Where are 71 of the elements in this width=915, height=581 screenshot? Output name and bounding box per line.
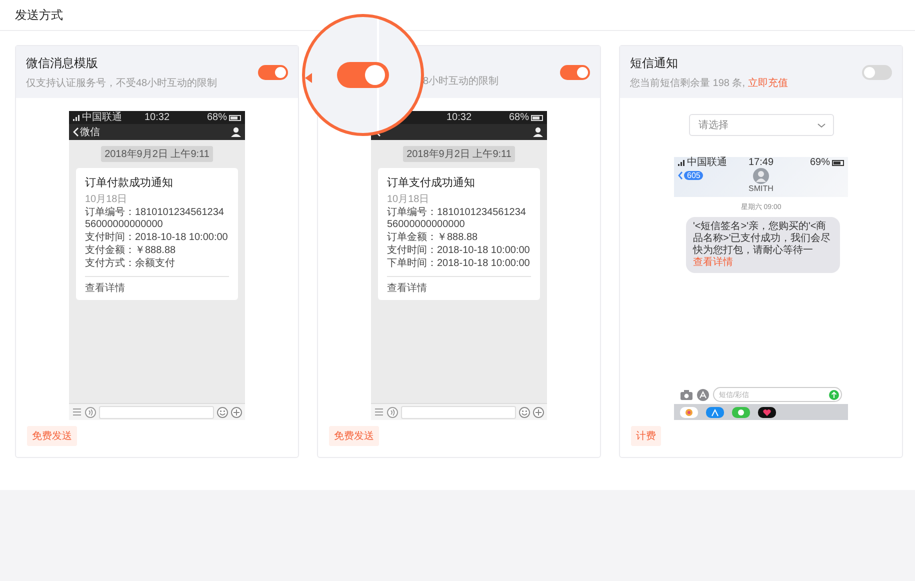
person-icon [533, 127, 543, 137]
message-line: 下单时间：2018-10-18 10:00:00 [387, 258, 531, 270]
send-arrow-icon [829, 390, 839, 400]
message-bubble: '<短信签名>'亲，您购买的'<商品名称>'已支付成功，我们会尽快为您打包，请耐心等待一 查看详情 [686, 217, 840, 273]
emoji-icon [519, 406, 530, 418]
card-subtitle: 您当前短信剩余量 198 条, 立即充值 [630, 76, 788, 90]
message-line: 订单金额：￥888.88 [387, 232, 479, 244]
card-title: 短信通知 [630, 54, 679, 72]
voice-icon [85, 406, 96, 418]
carrier-name: 中国联通 [82, 112, 122, 122]
toggle-switch[interactable] [560, 64, 590, 80]
voice-icon [387, 406, 398, 418]
template-select[interactable]: 请选择 [688, 114, 834, 136]
heart-app-icon [758, 406, 776, 418]
carrier-name: 中国联通 [687, 158, 727, 168]
message-line: 支付方式：余额支付 [85, 258, 176, 270]
battery-icon [531, 114, 543, 120]
details-link[interactable]: 查看详情 [693, 257, 733, 268]
list-icon [72, 407, 82, 417]
message-title: 订单付款成功通知 [85, 176, 174, 190]
emoji-icon [217, 406, 228, 418]
message-line: 订单编号：181010123456123456000000000000 [387, 207, 527, 231]
card-subtitle: 8小时互动的限制 [423, 74, 499, 88]
toggle-switch[interactable] [862, 64, 892, 80]
price-tag: 计费 [631, 426, 661, 446]
message-input[interactable] [401, 406, 516, 418]
message-line: 支付时间：2018-10-18 10:00:00 [387, 245, 531, 257]
list-icon [374, 407, 384, 417]
message-title: 订单支付成功通知 [387, 176, 476, 190]
app-store-icon [697, 388, 709, 400]
message-input[interactable] [99, 406, 214, 418]
lens-pointer [305, 73, 312, 83]
message-line: 支付时间：2018-10-18 10:00:00 [85, 232, 229, 244]
message-date: 10月18日 [85, 193, 128, 206]
card-subtitle: 仅支持认证服务号，不受48小时互动的限制 [26, 76, 218, 90]
photos-app-icon [680, 406, 698, 418]
date-label: 2018年9月2日 上午9:11 [100, 146, 214, 162]
price-tag: 免费发送 [329, 426, 379, 446]
details-link[interactable]: 查看详情 [85, 281, 125, 295]
toggle-switch[interactable] [258, 64, 288, 80]
plus-icon [533, 406, 544, 418]
date-label: 2018年9月2日 上午9:11 [402, 146, 516, 162]
status-time: 10:32 [144, 112, 170, 122]
toggle-switch[interactable] [337, 62, 389, 88]
camera-icon [680, 388, 693, 400]
chat-app-icon [732, 406, 750, 418]
page-title: 发送方式 [15, 6, 63, 24]
plus-icon [231, 406, 242, 418]
battery-icon [229, 114, 241, 120]
person-icon [231, 127, 241, 137]
details-link[interactable]: 查看详情 [387, 281, 427, 295]
card-title: 微信消息模版 [26, 54, 99, 72]
signal-icon [678, 159, 685, 166]
battery-percent: 68% [508, 112, 529, 122]
status-time: 10:32 [446, 112, 472, 122]
signal-icon [73, 114, 80, 121]
message-date: 10月18日 [387, 193, 430, 206]
contact-name: SMITH [748, 184, 774, 193]
chevron-down-icon [816, 122, 826, 128]
battery-percent: 69% [810, 158, 830, 168]
battery-percent: 68% [206, 112, 227, 122]
avatar-icon [753, 168, 769, 184]
message-line: 订单编号：181010123456123456000000000000 [85, 207, 225, 231]
back-label[interactable]: 微信 [80, 125, 100, 139]
price-tag: 免费发送 [27, 426, 77, 446]
message-line: 支付金额：￥888.88 [85, 245, 177, 257]
app-store-icon [706, 406, 724, 418]
unread-badge[interactable]: 605 [684, 171, 704, 180]
battery-icon [832, 160, 844, 166]
status-time: 17:49 [748, 158, 774, 168]
recharge-link[interactable]: 立即充值 [748, 78, 788, 88]
